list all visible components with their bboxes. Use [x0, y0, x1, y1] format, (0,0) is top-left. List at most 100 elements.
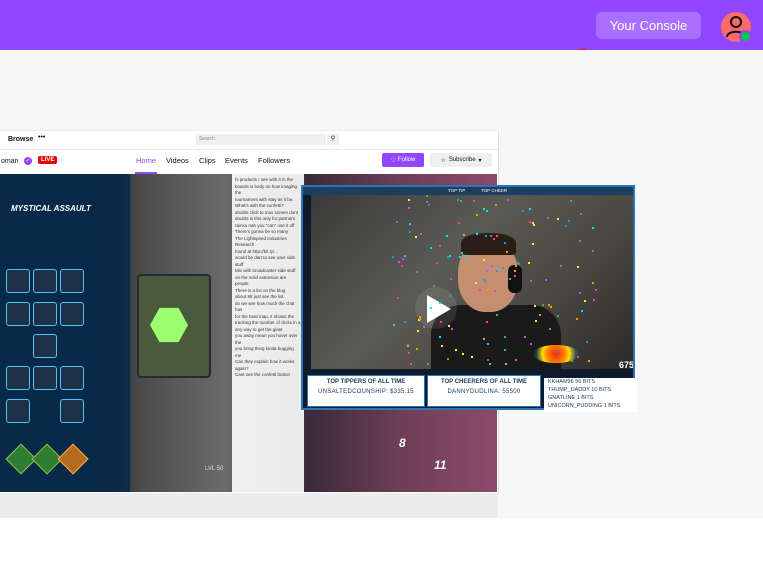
game-hud: MYSTICAL ASSAULT — [0, 174, 130, 492]
tab-followers[interactable]: Followers — [258, 156, 290, 165]
confetti-piece — [592, 282, 595, 285]
skill-icon — [60, 366, 84, 390]
skill-icon — [60, 302, 84, 326]
confetti-piece — [458, 255, 461, 258]
page-footer-area — [0, 518, 763, 587]
confetti-piece — [501, 266, 504, 269]
confetti-piece — [494, 203, 497, 206]
confetti-piece — [559, 265, 562, 268]
top-tippers-title: TOP TIPPERS OF ALL TIME — [326, 379, 406, 385]
online-status-dot — [739, 30, 752, 43]
confetti-piece — [581, 310, 584, 313]
skill-icon — [6, 269, 30, 293]
confetti-piece — [484, 234, 487, 237]
chat-message: Can they explain how it works again? — [235, 359, 295, 371]
follow-button[interactable]: ♡ Follow — [382, 153, 424, 167]
chat-message: would be dart to see user side stuff — [235, 255, 296, 267]
subscribe-button[interactable]: ☆ Subscribe ▾ — [430, 153, 492, 167]
confetti-piece — [428, 203, 430, 206]
confetti-piece — [535, 320, 538, 323]
confetti-piece — [541, 303, 544, 306]
tab-clips[interactable]: Clips — [199, 156, 216, 165]
webcam-view: 675 — [311, 195, 633, 369]
confetti-piece — [449, 278, 452, 280]
confetti-piece — [507, 199, 510, 202]
confetti-piece — [485, 210, 488, 213]
browse-link[interactable]: Browse — [8, 136, 33, 143]
ammo-count: 8 — [399, 436, 406, 450]
confetti-piece — [425, 195, 428, 198]
tab-home[interactable]: Home — [136, 156, 156, 165]
tab-videos[interactable]: Videos — [166, 156, 189, 165]
confetti-piece — [450, 327, 453, 330]
confetti-piece — [591, 227, 594, 230]
confetti-piece — [483, 259, 486, 262]
confetti-piece — [591, 250, 594, 253]
heart-icon: ♡ — [390, 157, 397, 164]
confetti-piece — [417, 329, 420, 332]
confetti-piece — [426, 362, 429, 365]
chat-message: doubts is this only for partners — [235, 216, 296, 221]
level-text: LVL 50 — [205, 466, 224, 472]
confetti-piece — [557, 218, 560, 221]
confetti-piece — [592, 298, 595, 301]
skill-icon — [6, 366, 30, 390]
confetti-piece — [529, 342, 532, 345]
confetti-piece — [533, 304, 536, 307]
confetti-piece — [483, 337, 486, 340]
confetti-piece — [547, 217, 550, 220]
confetti-piece — [556, 350, 559, 353]
channel-header: oman ✓ LIVE Home Videos Clips Events Fol… — [0, 150, 498, 175]
confetti-piece — [533, 223, 536, 226]
confetti-piece — [514, 269, 516, 272]
confetti-piece — [464, 254, 467, 257]
confetti-piece — [568, 219, 571, 222]
chat-message: Mix with broadcaster side stuff — [235, 268, 296, 273]
confetti-piece — [401, 257, 404, 260]
confetti-piece — [436, 261, 439, 264]
grenade-count: 11 — [434, 458, 447, 472]
hud-title: MYSTICAL ASSAULT — [11, 204, 91, 213]
confetti-piece — [448, 254, 451, 257]
skill-icon — [33, 334, 57, 358]
confetti-piece — [409, 363, 412, 366]
confetti-piece — [407, 344, 410, 347]
more-icon[interactable]: ••• — [38, 134, 45, 141]
confetti-piece — [408, 222, 411, 225]
confetti-piece — [392, 256, 395, 259]
tab-events[interactable]: Events — [225, 156, 248, 165]
confetti-piece — [449, 294, 452, 297]
ability-icon — [57, 443, 89, 475]
your-console-button[interactable]: Your Console — [596, 12, 701, 39]
search-input[interactable]: Search — [196, 134, 326, 145]
bits-row: GNATLINE 1 BITS — [548, 395, 594, 401]
confetti-piece — [485, 269, 488, 272]
confetti-piece — [439, 336, 442, 339]
search-icon[interactable]: ⚲ — [327, 134, 339, 145]
subscribe-label: Subscribe — [448, 157, 476, 163]
chat-message: on the solid extension are people — [235, 274, 287, 287]
chat-message: do we see how much the chat has — [235, 300, 295, 313]
confetti-piece — [503, 336, 506, 339]
confetti-piece — [504, 349, 507, 352]
confetti-piece — [585, 341, 588, 344]
confetti-piece — [529, 208, 532, 211]
confetti-piece — [577, 356, 580, 359]
bits-row: THUMP_DADDY 10 BITS — [548, 387, 612, 393]
confetti-piece — [503, 242, 506, 245]
play-icon[interactable] — [427, 295, 451, 323]
confetti-piece — [483, 279, 486, 282]
confetti-piece — [486, 343, 489, 346]
chat-message: boards is body on how imaging the — [235, 183, 298, 196]
confetti-piece — [527, 261, 530, 264]
user-avatar[interactable] — [721, 12, 752, 43]
confetti-piece — [588, 359, 591, 362]
confetti-piece — [580, 212, 583, 215]
confetti-piece — [403, 321, 406, 324]
channel-name[interactable]: oman — [1, 158, 19, 165]
confetti-piece — [514, 264, 517, 267]
overlay-header-item: TOP CHEER — [481, 188, 508, 193]
confetti-piece — [392, 323, 395, 326]
skill-icon — [33, 302, 57, 326]
confetti-piece — [461, 353, 464, 356]
